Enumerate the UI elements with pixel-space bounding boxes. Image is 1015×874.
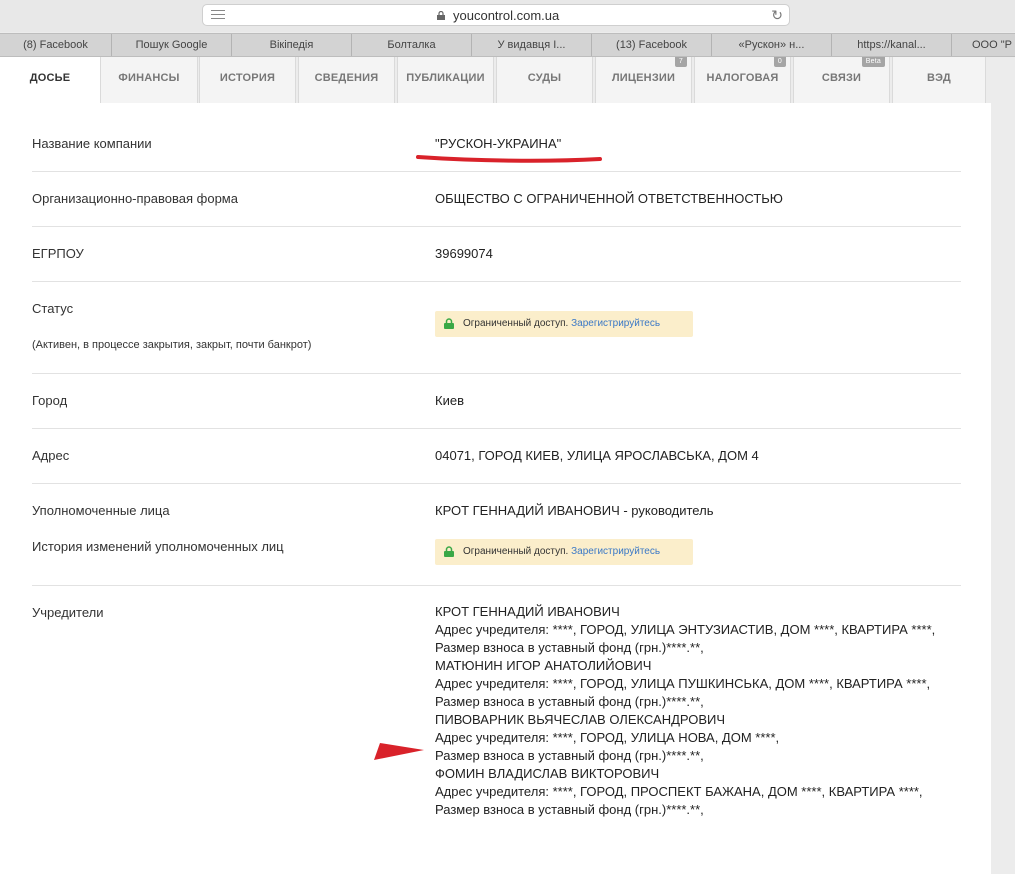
reader-icon[interactable] xyxy=(211,10,225,20)
count-badge: 0 xyxy=(773,57,786,67)
field-label: Название компании xyxy=(32,136,152,151)
founder-address: Адрес учредителя: ****, ГОРОД, ПРОСПЕКТ … xyxy=(435,784,923,799)
founder-fund: Размер взноса в уставный фонд (грн.)****… xyxy=(435,694,704,709)
founder-address: Адрес учредителя: ****, ГОРОД, УЛИЦА ЭНТ… xyxy=(435,622,936,637)
founder-name: МАТЮНИН ИГОР АНАТОЛИЙОВИЧ xyxy=(435,658,652,673)
tab-label: ЛИЦЕНЗИИ xyxy=(611,72,676,84)
tab-licenses[interactable]: ЛИЦЕНЗИИ 7 xyxy=(595,57,692,103)
city-value: Киев xyxy=(435,393,464,408)
tab-details[interactable]: СВЕДЕНИЯ xyxy=(298,57,395,103)
bookmark-item[interactable]: ООО "Р xyxy=(952,34,1015,56)
field-label: Город xyxy=(32,393,68,408)
tab-connections[interactable]: СВЯЗИ Beta xyxy=(793,57,890,103)
bookmark-item[interactable]: Болталка xyxy=(352,34,472,56)
tab-courts[interactable]: СУДЫ xyxy=(496,57,593,103)
tab-publications[interactable]: ПУБЛИКАЦИИ xyxy=(397,57,494,103)
browser-toolbar: youcontrol.com.ua ↻ xyxy=(0,0,1015,32)
bookmark-item[interactable]: Пошук Google xyxy=(112,34,232,56)
reload-icon[interactable]: ↻ xyxy=(771,7,783,24)
count-badge: 7 xyxy=(674,57,687,67)
bookmark-item[interactable]: (8) Facebook xyxy=(0,34,112,56)
founder-address: Адрес учредителя: ****, ГОРОД, УЛИЦА НОВ… xyxy=(435,730,780,745)
bookmark-item[interactable]: https://kanal... xyxy=(832,34,952,56)
red-underline-annotation xyxy=(416,155,602,163)
tab-label: СВЯЗИ xyxy=(821,72,862,84)
restricted-text: Ограниченный доступ. xyxy=(463,546,569,557)
legal-form-value: ОБЩЕСТВО С ОГРАНИЧЕННОЙ ОТВЕТСТВЕННОСТЬЮ xyxy=(435,191,783,206)
address-value: 04071, ГОРОД КИЕВ, УЛИЦА ЯРОСЛАВСЬКА, ДО… xyxy=(435,448,759,463)
field-label: Адрес xyxy=(32,448,70,463)
register-link[interactable]: Зарегистрируйтесь xyxy=(571,546,660,557)
lock-icon xyxy=(444,318,454,329)
tab-dossier[interactable]: ДОСЬЕ xyxy=(0,57,100,103)
history-label: История изменений уполномоченных лиц xyxy=(32,539,284,554)
url-text: youcontrol.com.ua xyxy=(453,8,560,23)
authorized-persons-row: Уполномоченные лица КРОТ ГЕННАДИЙ ИВАНОВ… xyxy=(32,484,961,586)
bookmark-item[interactable]: (13) Facebook xyxy=(592,34,712,56)
field-label: Уполномоченные лица xyxy=(32,503,170,518)
address-bar[interactable]: youcontrol.com.ua ↻ xyxy=(202,4,790,26)
founder-fund: Размер взноса в уставный фонд (грн.)****… xyxy=(435,802,704,817)
beta-badge: Beta xyxy=(861,57,885,67)
founder-address: Адрес учредителя: ****, ГОРОД, УЛИЦА ПУШ… xyxy=(435,676,931,691)
restricted-access-notice: Ограниченный доступ. Зарегистрируйтесь xyxy=(435,311,693,337)
tab-foreign-trade[interactable]: ВЭД xyxy=(892,57,986,103)
tab-history[interactable]: ИСТОРИЯ xyxy=(199,57,296,103)
edrpou-value: 39699074 xyxy=(435,246,493,261)
register-link[interactable]: Зарегистрируйтесь xyxy=(571,318,660,329)
bookmarks-bar: (8) Facebook Пошук Google Вікіпедія Болт… xyxy=(0,33,1015,57)
founder-fund: Размер взноса в уставный фонд (грн.)****… xyxy=(435,748,704,763)
field-label: ЕГРПОУ xyxy=(32,246,84,261)
lock-icon xyxy=(437,11,445,20)
bookmark-item[interactable]: Вікіпедія xyxy=(232,34,352,56)
bookmark-item[interactable]: «Рускон» н... xyxy=(712,34,832,56)
founder-fund: Размер взноса в уставный фонд (грн.)****… xyxy=(435,640,704,655)
tab-finances[interactable]: ФИНАНСЫ xyxy=(100,57,198,103)
founders-label: Учредители xyxy=(32,605,104,620)
status-note: (Активен, в процессе закрытия, закрыт, п… xyxy=(32,339,312,351)
legal-form-row: Организационно-правовая форма ОБЩЕСТВО С… xyxy=(32,172,961,227)
lock-icon xyxy=(444,546,454,557)
field-label: Организационно-правовая форма xyxy=(32,191,238,206)
tab-tax[interactable]: НАЛОГОВАЯ 0 xyxy=(694,57,791,103)
red-arrow-annotation xyxy=(374,743,424,760)
founder-name: ФОМИН ВЛАДИСЛАВ ВИКТОРОВИЧ xyxy=(435,766,660,781)
address-row: Адрес 04071, ГОРОД КИЕВ, УЛИЦА ЯРОСЛАВСЬ… xyxy=(32,429,961,484)
company-name-value: "РУСКОН-УКРАИНА" xyxy=(435,136,562,151)
founder-name: ПИВОВАРНИК ВЬЯЧЕСЛАВ ОЛЕКСАНДРОВИЧ xyxy=(435,712,726,727)
founder-name: КРОТ ГЕННАДИЙ ИВАНОВИЧ xyxy=(435,604,620,619)
director-value: КРОТ ГЕННАДИЙ ИВАНОВИЧ - руководитель xyxy=(435,503,714,518)
section-tabs: ДОСЬЕ ФИНАНСЫ ИСТОРИЯ СВЕДЕНИЯ ПУБЛИКАЦИ… xyxy=(0,57,1015,103)
restricted-access-notice: Ограниченный доступ. Зарегистрируйтесь xyxy=(435,539,693,565)
restricted-text: Ограниченный доступ. xyxy=(463,318,569,329)
status-row: Статус (Активен, в процессе закрытия, за… xyxy=(32,282,961,374)
city-row: Город Киев xyxy=(32,374,961,429)
founders-list: КРОТ ГЕННАДИЙ ИВАНОВИЧ Адрес учредителя:… xyxy=(435,603,955,819)
edrpou-row: ЕГРПОУ 39699074 xyxy=(32,227,961,282)
tab-label: НАЛОГОВАЯ xyxy=(706,72,779,84)
bookmark-item[interactable]: У видавця І... xyxy=(472,34,592,56)
field-label: Статус xyxy=(32,301,74,316)
